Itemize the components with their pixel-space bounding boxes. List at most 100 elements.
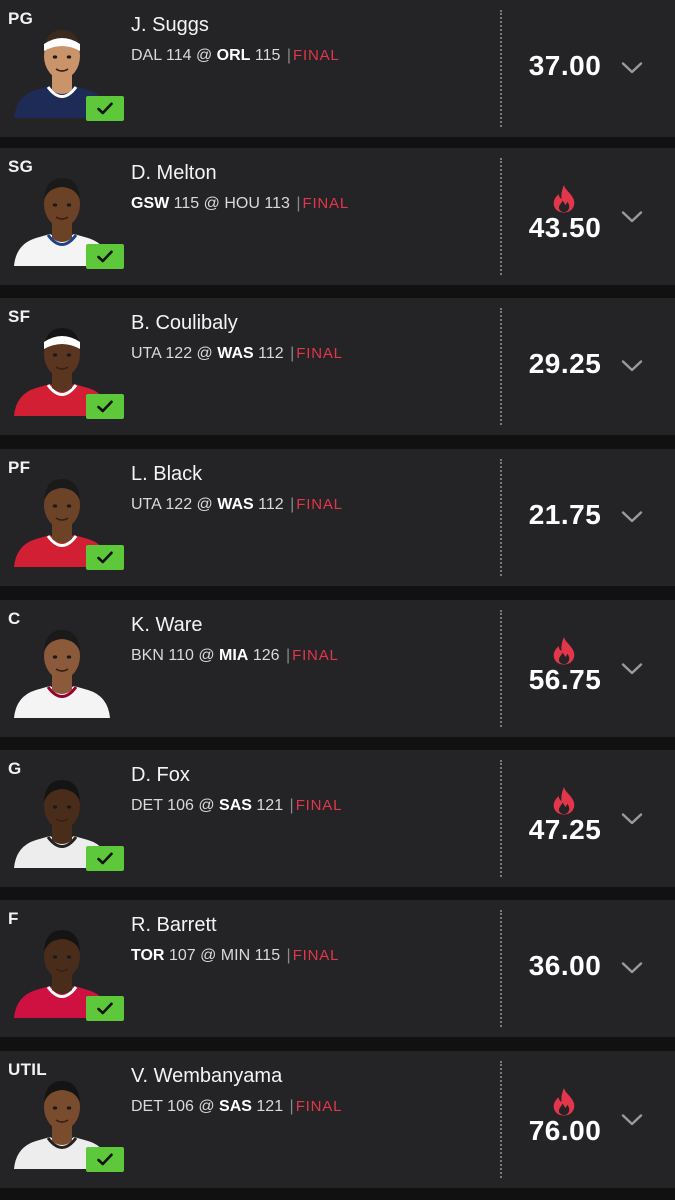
player-name[interactable]: V. Wembanyama (131, 1065, 282, 1088)
lineup-row[interactable]: PF L. Black UTA 122 @ WAS 112 | FINAL 21.… (0, 449, 675, 586)
fantasy-points: 37.00 (528, 50, 602, 81)
at-symbol: @ (198, 797, 215, 814)
chevron-down-icon[interactable] (621, 210, 643, 224)
player-name[interactable]: L. Black (131, 463, 202, 486)
checkmark-icon (86, 394, 124, 419)
game-status: FINAL (295, 797, 343, 814)
player-name[interactable]: B. Coulibaly (131, 312, 238, 335)
game-status: FINAL (302, 195, 349, 212)
lineup-row[interactable]: UTIL V. Wembanyama DET 106 @ SAS 121 | FI… (0, 1051, 675, 1188)
player-headshot (12, 614, 112, 718)
lineup-list: PG J. Suggs DAL 114 @ ORL 115 | FINAL 37.… (0, 0, 675, 1200)
at-symbol: @ (195, 47, 213, 64)
fantasy-points: 56.75 (528, 664, 602, 695)
separator: | (289, 1098, 294, 1115)
at-symbol: @ (196, 496, 213, 513)
fantasy-points: 29.25 (528, 348, 602, 379)
player-name[interactable]: J. Suggs (131, 14, 209, 37)
player-name[interactable]: K. Ware (131, 614, 203, 637)
lineup-row[interactable]: F R. Barrett TOR 107 @ MIN 115 | FINAL 36… (0, 900, 675, 1037)
game-result: TOR 107 @ MIN 115 | FINAL (131, 947, 339, 965)
game-result: DAL 114 @ ORL 115 | FINAL (131, 47, 340, 65)
home-score: 121 (256, 797, 284, 814)
separator: | (290, 496, 295, 513)
separator: | (296, 195, 301, 212)
checkmark-icon (86, 1147, 124, 1172)
player-name[interactable]: D. Fox (131, 764, 190, 787)
chevron-down-icon[interactable] (621, 61, 643, 75)
chevron-down-icon[interactable] (621, 662, 643, 676)
chevron-down-icon[interactable] (621, 510, 643, 524)
player-name[interactable]: R. Barrett (131, 914, 217, 937)
fantasy-points: 21.75 (528, 499, 602, 530)
fantasy-points: 47.25 (528, 814, 602, 845)
away-team: UTA (131, 345, 161, 362)
away-team: GSW (131, 195, 170, 212)
at-symbol: @ (198, 1098, 215, 1115)
home-score: 121 (256, 1098, 284, 1115)
lineup-row[interactable]: C K. Ware BKN 110 @ MIA 126 | FINAL 56.75 (0, 600, 675, 737)
game-status: FINAL (292, 647, 339, 664)
home-team: MIN (220, 947, 251, 964)
game-result: UTA 122 @ WAS 112 | FINAL (131, 345, 343, 363)
divider (500, 910, 502, 1027)
game-status: FINAL (295, 1098, 343, 1115)
away-team: DAL (131, 47, 162, 64)
away-score: 122 (165, 345, 193, 362)
separator: | (289, 797, 294, 814)
game-result: DET 106 @ SAS 121 | FINAL (131, 1098, 342, 1116)
chevron-down-icon[interactable] (621, 359, 643, 373)
away-team: TOR (131, 947, 165, 964)
at-symbol: @ (198, 647, 215, 664)
divider (500, 459, 502, 576)
lineup-row[interactable]: G D. Fox DET 106 @ SAS 121 | FINAL 47.25 (0, 750, 675, 887)
fantasy-points: 36.00 (528, 950, 602, 981)
home-score: 112 (258, 496, 284, 513)
away-score: 107 (168, 947, 196, 964)
fantasy-points: 43.50 (528, 212, 602, 243)
flame-icon (553, 637, 575, 665)
checkmark-icon (86, 545, 124, 570)
divider (500, 308, 502, 425)
home-score: 115 (254, 947, 281, 964)
home-team: HOU (224, 195, 260, 212)
lineup-row[interactable]: PG J. Suggs DAL 114 @ ORL 115 | FINAL 37.… (0, 0, 675, 137)
flame-icon (553, 185, 575, 213)
player-name[interactable]: D. Melton (131, 162, 217, 185)
home-score: 113 (264, 195, 290, 212)
at-symbol: @ (196, 345, 213, 362)
game-status: FINAL (292, 947, 340, 964)
away-score: 110 (168, 647, 194, 664)
away-team: UTA (131, 496, 161, 513)
home-team: WAS (217, 345, 254, 362)
flame-icon (553, 787, 575, 815)
game-result: GSW 115 @ HOU 113 | FINAL (131, 195, 349, 213)
game-status: FINAL (296, 496, 343, 513)
at-symbol: @ (203, 195, 220, 212)
away-team: BKN (131, 647, 164, 664)
divider (500, 760, 502, 877)
separator: | (285, 647, 291, 664)
separator: | (286, 47, 292, 64)
game-status: FINAL (296, 345, 343, 362)
divider (500, 1061, 502, 1178)
home-team: MIA (219, 647, 249, 664)
checkmark-icon (86, 996, 124, 1021)
home-team: ORL (216, 47, 251, 64)
chevron-down-icon[interactable] (621, 1113, 643, 1127)
home-team: WAS (217, 496, 254, 513)
lineup-row[interactable]: SF B. Coulibaly UTA 122 @ WAS 112 | FINAL… (0, 298, 675, 435)
fantasy-points: 76.00 (528, 1115, 602, 1146)
away-score: 115 (173, 195, 200, 212)
chevron-down-icon[interactable] (621, 961, 643, 975)
checkmark-icon (86, 244, 124, 269)
divider (500, 158, 502, 275)
game-status: FINAL (293, 47, 340, 64)
lineup-row[interactable]: SG D. Melton GSW 115 @ HOU 113 | FINAL 43… (0, 148, 675, 285)
at-symbol: @ (200, 947, 217, 964)
separator: | (286, 947, 291, 964)
game-result: UTA 122 @ WAS 112 | FINAL (131, 496, 343, 514)
chevron-down-icon[interactable] (621, 812, 643, 826)
divider (500, 610, 502, 727)
checkmark-icon (86, 846, 124, 871)
